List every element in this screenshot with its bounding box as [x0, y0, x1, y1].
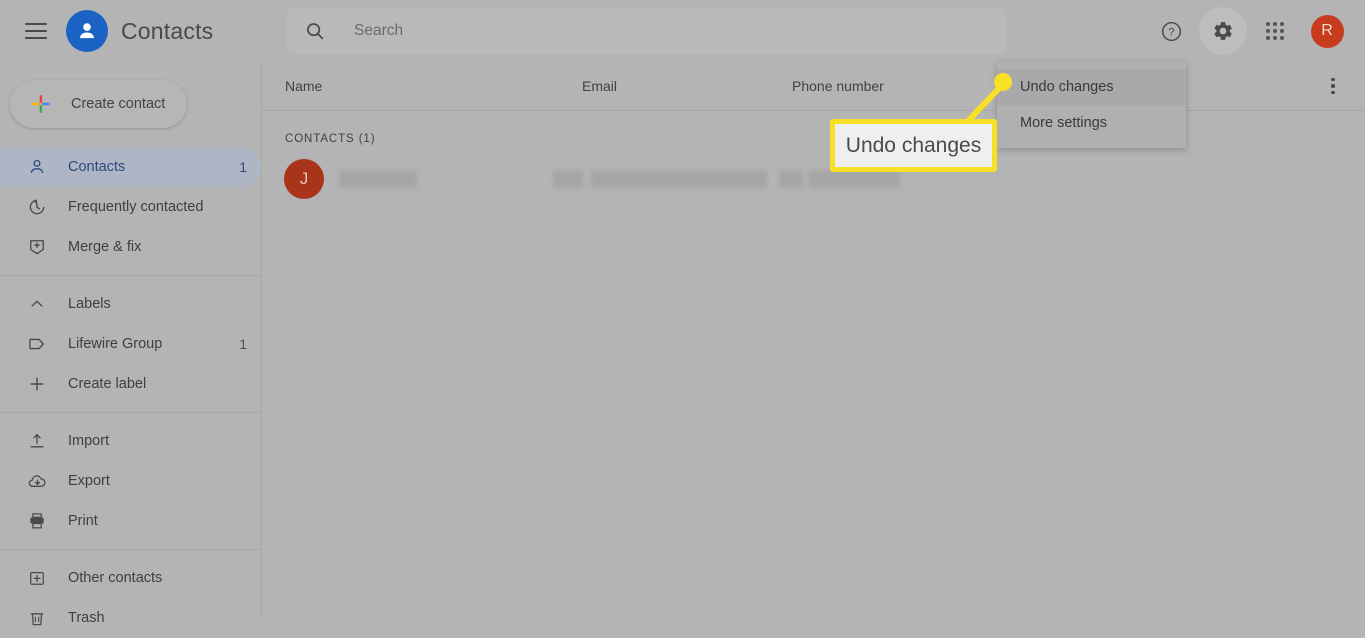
sidebar-item-label: Trash	[68, 610, 105, 626]
contacts-table-header: Name Email Phone number	[262, 62, 1365, 111]
search-input[interactable]	[352, 15, 976, 46]
google-plus-icon	[30, 93, 52, 115]
table-row[interactable]: J	[262, 156, 1365, 202]
search-bar[interactable]	[287, 7, 1007, 54]
other-contacts-icon	[26, 567, 48, 589]
callout-label: Undo changes	[845, 133, 982, 157]
apps-dot	[1280, 29, 1284, 33]
redacted-name	[339, 170, 417, 188]
sidebar-item-label: Create label	[68, 376, 147, 392]
sidebar-item-label: Import	[68, 433, 110, 449]
sidebar-item-frequently-contacted[interactable]: Frequently contacted	[0, 187, 261, 227]
sidebar-item-import[interactable]: Import	[0, 421, 261, 461]
create-contact-button[interactable]: Create contact	[10, 80, 187, 128]
sidebar-item-label: Contacts	[68, 159, 126, 175]
search-icon	[304, 20, 326, 42]
sidebar-bottom-group: Other contacts Trash	[0, 549, 261, 638]
contacts-section-label: CONTACTS (1)	[285, 133, 376, 145]
trash-icon	[26, 607, 48, 629]
apps-dot	[1273, 29, 1277, 33]
menu-item-undo-changes[interactable]: Undo changes	[997, 69, 1186, 105]
sidebar-item-count: 1	[239, 336, 247, 352]
cloud-download-icon	[26, 470, 48, 492]
sidebar-item-merge-and-fix[interactable]: Merge & fix	[0, 227, 261, 267]
sidebar-item-label: Export	[68, 473, 110, 489]
history-clock-icon	[26, 196, 48, 218]
apps-dot	[1266, 22, 1270, 26]
hamburger-bar	[25, 30, 47, 32]
settings-gear-icon[interactable]	[1199, 7, 1247, 55]
printer-icon	[26, 510, 48, 532]
labels-section-title: Labels	[68, 296, 111, 312]
more-dot	[1331, 84, 1335, 88]
top-bar-actions: ? R	[1147, 0, 1351, 62]
sidebar-item-label: Lifewire Group	[68, 336, 163, 352]
apps-dot	[1280, 22, 1284, 26]
sidebar-item-label: Print	[68, 513, 98, 529]
person-outline-icon	[26, 156, 48, 178]
help-icon[interactable]: ?	[1147, 7, 1195, 55]
main-content: Name Email Phone number CONTACTS (1) J	[262, 62, 1365, 620]
sidebar-item-create-label[interactable]: Create label	[0, 364, 261, 404]
sidebar-item-print[interactable]: Print	[0, 501, 261, 541]
sidebar-item-contacts[interactable]: Contacts 1	[0, 147, 261, 187]
upload-icon	[26, 430, 48, 452]
account-avatar[interactable]: R	[1303, 7, 1351, 55]
sidebar-primary-group: Contacts 1 Frequently contacted Merge & …	[0, 147, 261, 267]
sidebar-item-other-contacts[interactable]: Other contacts	[0, 558, 261, 598]
apps-dot	[1273, 36, 1277, 40]
hamburger-menu-icon[interactable]	[25, 23, 47, 39]
apps-dot	[1273, 22, 1277, 26]
sidebar-item-trash[interactable]: Trash	[0, 598, 261, 638]
contact-avatar: J	[284, 159, 324, 199]
redacted-phone-b	[808, 170, 900, 188]
more-dot	[1331, 90, 1335, 95]
hamburger-bar	[25, 23, 47, 25]
hamburger-bar	[25, 37, 47, 39]
app-title: Contacts	[121, 17, 214, 44]
sidebar-tools-group: Import Export Print	[0, 412, 261, 541]
plus-icon	[26, 373, 48, 395]
callout-box: Undo changes	[830, 119, 997, 172]
redacted-email-b	[591, 170, 767, 188]
sidebar: Create contact Contacts 1 Frequently con	[0, 62, 262, 626]
column-header-name[interactable]: Name	[285, 78, 322, 94]
sidebar-item-count: 1	[239, 159, 247, 175]
column-header-email[interactable]: Email	[582, 78, 617, 94]
merge-fix-icon	[26, 236, 48, 258]
redacted-phone-a	[779, 170, 803, 188]
brand[interactable]: Contacts	[66, 10, 213, 52]
sidebar-item-label: Merge & fix	[68, 239, 142, 255]
label-tag-icon	[26, 333, 48, 355]
apps-dot	[1280, 36, 1284, 40]
column-header-phone[interactable]: Phone number	[792, 78, 884, 94]
create-contact-label: Create contact	[71, 96, 166, 112]
settings-dropdown-menu: Undo changes More settings	[997, 62, 1186, 148]
apps-dot	[1266, 36, 1270, 40]
apps-dot	[1266, 29, 1270, 33]
redacted-email-a	[553, 170, 583, 188]
more-vertical-icon[interactable]	[1323, 76, 1343, 96]
sidebar-item-label: Other contacts	[68, 570, 163, 586]
labels-section-header[interactable]: Labels	[0, 284, 261, 324]
menu-item-more-settings[interactable]: More settings	[997, 105, 1186, 141]
more-dot	[1331, 77, 1335, 82]
svg-text:?: ?	[1168, 26, 1174, 38]
sidebar-item-label: Frequently contacted	[68, 199, 204, 215]
google-apps-icon[interactable]	[1251, 7, 1299, 55]
sidebar-item-export[interactable]: Export	[0, 461, 261, 501]
person-circle-icon	[66, 10, 108, 52]
sidebar-labels-group: Labels Lifewire Group 1 Create label	[0, 275, 261, 404]
avatar-initial: R	[1310, 14, 1344, 48]
sidebar-item-lifewire-group[interactable]: Lifewire Group 1	[0, 324, 261, 364]
chevron-up-icon	[26, 293, 48, 315]
